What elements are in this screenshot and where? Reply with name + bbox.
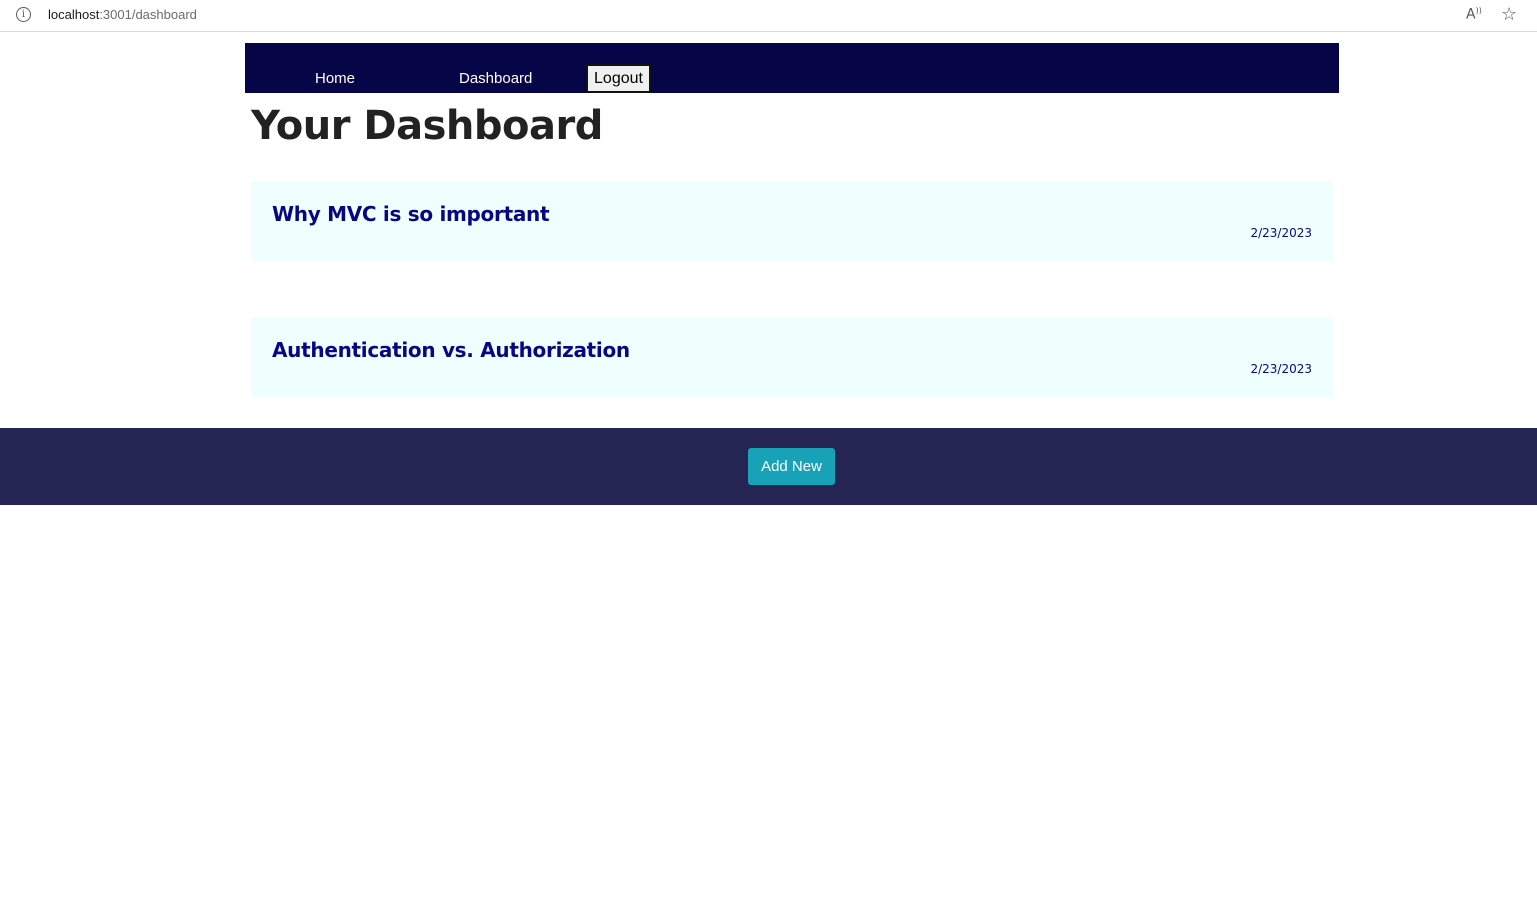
post-card[interactable]: Why MVC is so important 2/23/2023 (251, 181, 1333, 261)
read-aloud-icon[interactable]: A)) (1466, 6, 1482, 23)
footer: Add New (0, 428, 1537, 505)
logout-button[interactable]: Logout (586, 64, 651, 93)
post-card[interactable]: Authentication vs. Authorization 2/23/20… (251, 317, 1333, 397)
browser-address-bar: i localhost:3001/dashboard A)) ☆ (0, 0, 1537, 32)
post-title[interactable]: Why MVC is so important (272, 202, 550, 226)
post-title[interactable]: Authentication vs. Authorization (272, 338, 630, 362)
post-date: 2/23/2023 (1250, 226, 1312, 240)
info-icon[interactable]: i (16, 7, 31, 22)
nav-home-link[interactable]: Home (315, 70, 355, 87)
favorite-icon[interactable]: ☆ (1501, 4, 1517, 25)
page-title: Your Dashboard (251, 103, 603, 149)
post-date: 2/23/2023 (1250, 362, 1312, 376)
url-path: :3001/dashboard (99, 7, 197, 22)
add-new-button[interactable]: Add New (748, 448, 835, 485)
url-field[interactable]: localhost:3001/dashboard (48, 7, 197, 22)
top-nav: Home Dashboard Logout (245, 43, 1339, 93)
nav-dashboard-link[interactable]: Dashboard (459, 70, 532, 87)
url-host: localhost (48, 7, 100, 22)
